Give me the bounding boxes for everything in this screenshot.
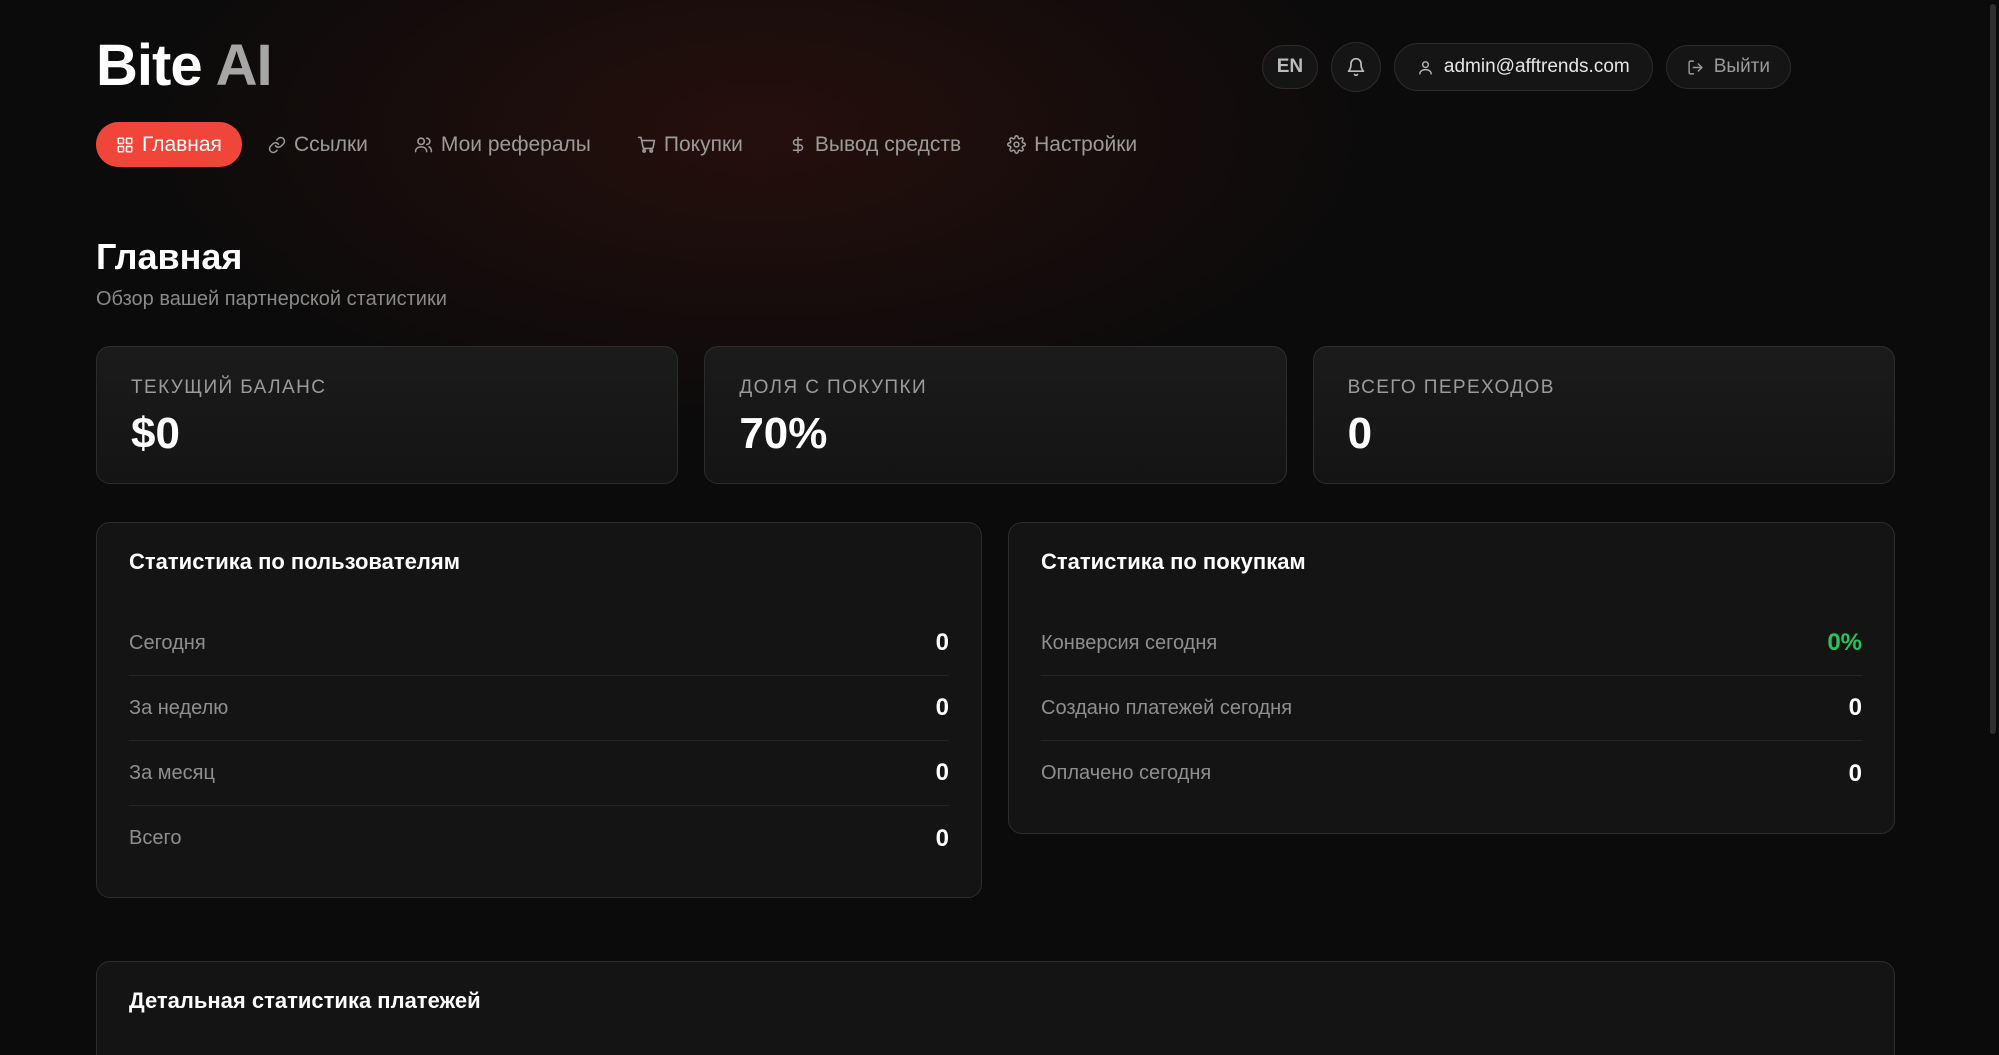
logo-text-main: Bite — [96, 33, 203, 98]
user-email: admin@afftrends.com — [1443, 56, 1630, 77]
stat-row: Всего 0 — [129, 806, 949, 871]
kpi-cards: ТЕКУЩИЙ БАЛАНС $0 ДОЛЯ С ПОКУПКИ 70% ВСЕ… — [96, 346, 1895, 484]
stat-row: За месяц 0 — [129, 741, 949, 806]
kpi-label: ТЕКУЩИЙ БАЛАНС — [131, 377, 327, 398]
stat-row-label: Оплачено сегодня — [1041, 762, 1212, 784]
stat-row: Сегодня 0 — [129, 611, 949, 676]
users-icon — [414, 137, 433, 153]
stat-row: Создано платежей сегодня 0 — [1041, 676, 1862, 741]
stat-row-value: 0 — [935, 694, 949, 721]
stat-row-value: 0 — [1848, 759, 1862, 787]
brand-logo[interactable]: Bite AI — [96, 33, 273, 98]
user-icon — [1419, 60, 1432, 75]
stat-row-label: Всего — [129, 827, 182, 849]
nav-item-label: Мои рефералы — [440, 132, 591, 156]
stat-row-label: Конверсия сегодня — [1041, 631, 1218, 654]
user-stats-card: Статистика по пользователям Сегодня 0 За… — [96, 522, 982, 898]
gear-icon — [1007, 135, 1027, 154]
page-subtitle: Обзор вашей партнерской статистики — [96, 288, 447, 310]
user-account-button[interactable]: admin@afftrends.com — [1393, 43, 1653, 91]
stat-row-value: 0 — [1848, 694, 1862, 721]
payment-details-card: Детальная статистика платежей — [96, 961, 1895, 1055]
stat-row-value: 0 — [935, 824, 949, 852]
nav-item-label: Настройки — [1034, 132, 1138, 156]
kpi-value: $0 — [131, 409, 180, 458]
kpi-card-purchase-share: ДОЛЯ С ПОКУПКИ 70% — [704, 346, 1287, 484]
stat-row-value: 0 — [935, 759, 949, 786]
stat-rows: Конверсия сегодня 0% Создано платежей се… — [1041, 611, 1862, 806]
language-label: EN — [1276, 56, 1304, 77]
dollar-icon — [792, 136, 804, 153]
stat-row-value: 0 — [935, 629, 949, 656]
nav-item-links[interactable]: Ссылки — [248, 122, 388, 167]
stat-row: Конверсия сегодня 0% — [1041, 611, 1862, 676]
nav-item-label: Главная — [142, 132, 222, 156]
logo-text-accent: AI — [215, 33, 273, 98]
stat-row-label: За месяц — [129, 761, 215, 784]
kpi-value: 0 — [1347, 409, 1373, 458]
stat-row-value: 0% — [1827, 629, 1862, 656]
bell-icon — [1347, 57, 1365, 77]
nav-item-label: Покупки — [663, 132, 743, 156]
card-title: Статистика по покупкам — [1041, 549, 1306, 574]
nav-item-label: Ссылки — [293, 132, 368, 156]
kpi-card-balance: ТЕКУЩИЙ БАЛАНС $0 — [96, 346, 679, 484]
nav-item-withdrawal[interactable]: Вывод средств — [769, 122, 981, 167]
stat-row: За неделю 0 — [129, 676, 949, 741]
kpi-card-total-clicks: ВСЕГО ПЕРЕХОДОВ 0 — [1312, 346, 1895, 484]
nav-item-referrals[interactable]: Мои рефералы — [394, 122, 611, 167]
grid-icon — [117, 137, 133, 152]
cart-icon — [637, 136, 656, 153]
card-title: Статистика по пользователям — [129, 549, 460, 574]
stat-rows: Сегодня 0 За неделю 0 За месяц 0 Всего 0 — [129, 611, 949, 871]
language-switch-button[interactable]: EN — [1261, 45, 1318, 89]
nav-item-label: Вывод средств — [814, 132, 962, 156]
kpi-label: ВСЕГО ПЕРЕХОДОВ — [1347, 377, 1555, 398]
card-title: Детальная статистика платежей — [129, 988, 481, 1013]
notifications-button[interactable] — [1330, 42, 1381, 92]
nav-item-purchases[interactable]: Покупки — [617, 122, 763, 167]
stat-row-label: Создано платежей сегодня — [1041, 696, 1293, 719]
nav-item-settings[interactable]: Настройки — [987, 122, 1157, 167]
nav-item-home[interactable]: Главная — [96, 122, 242, 167]
page-scrollbar[interactable] — [1987, 0, 1999, 1055]
scrollbar-thumb[interactable] — [1990, 4, 1996, 734]
kpi-label: ДОЛЯ С ПОКУПКИ — [739, 377, 927, 398]
header-controls: EN admin@afftrends.com Выйти — [1261, 42, 1791, 92]
purchase-stats-card: Статистика по покупкам Конверсия сегодня… — [1008, 522, 1895, 834]
stat-row-label: За неделю — [129, 696, 229, 719]
dashboard-page: Bite AI EN admin@afftrends.com Выйти Гла… — [96, 0, 1895, 1055]
kpi-value: 70% — [739, 409, 828, 458]
stat-row: Оплачено сегодня 0 — [1041, 741, 1862, 806]
link-icon — [268, 136, 286, 153]
page-title: Главная — [96, 236, 243, 277]
logout-icon — [1688, 59, 1703, 75]
main-navigation: Главная Ссылки Мои рефералы Покупки Выво… — [96, 122, 1157, 167]
logout-button[interactable]: Выйти — [1665, 45, 1791, 89]
logout-label: Выйти — [1713, 56, 1770, 77]
stat-row-label: Сегодня — [129, 631, 206, 654]
